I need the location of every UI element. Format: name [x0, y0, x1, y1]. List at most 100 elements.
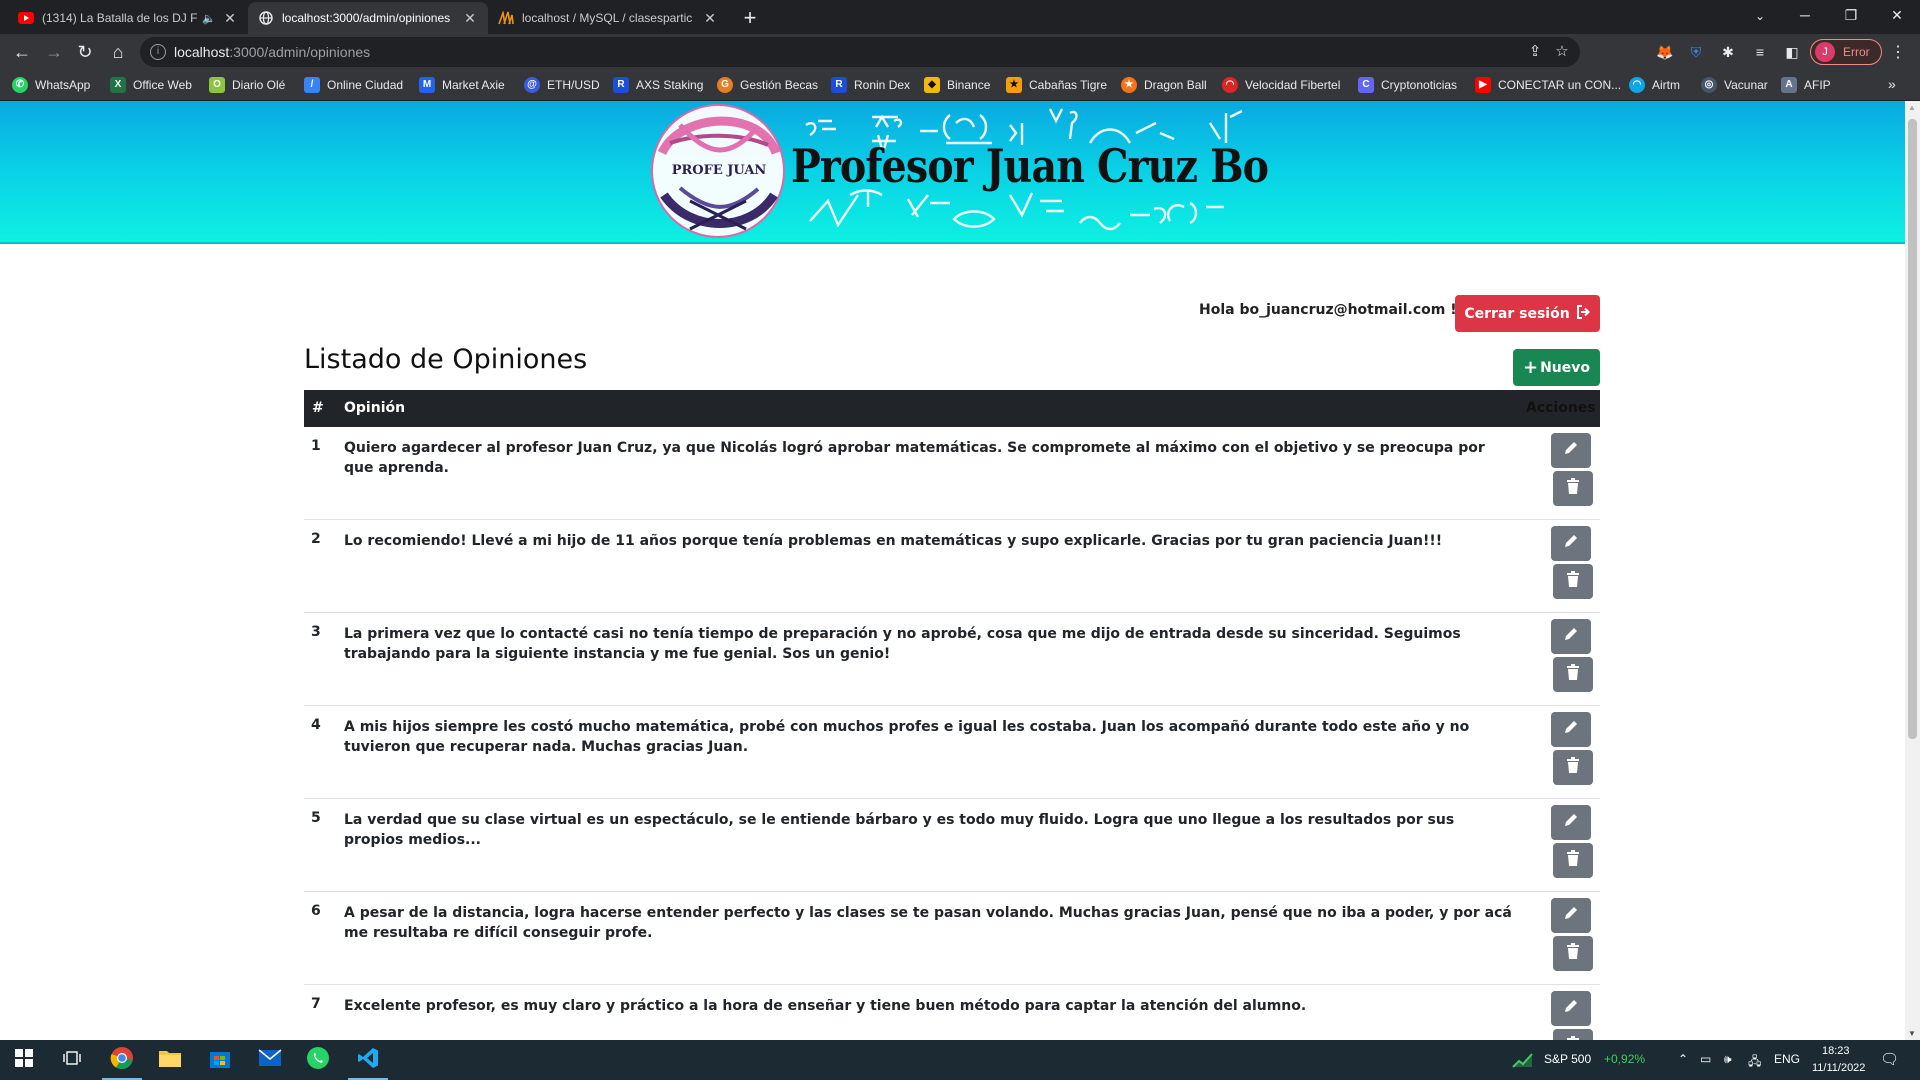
scrollbar-thumb[interactable]: [1908, 119, 1917, 739]
chevron-up-icon[interactable]: ⌃: [1678, 1052, 1688, 1066]
taskbar-chrome[interactable]: [98, 1040, 146, 1080]
bookmark-binance[interactable]: ◆ Binance: [924, 75, 990, 95]
avatar: J: [1815, 42, 1835, 62]
stock-chart-icon[interactable]: [1512, 1052, 1534, 1071]
media-control-icon[interactable]: ≡: [1750, 42, 1770, 62]
bookmark-airtm[interactable]: ◠ Airtm: [1629, 75, 1680, 95]
restore-button[interactable]: ❐: [1828, 0, 1874, 30]
meet-now-icon[interactable]: ▭: [1700, 1052, 1711, 1066]
network-icon[interactable]: 🖧: [1748, 1052, 1761, 1073]
bookmark-ronin-dex[interactable]: R Ronin Dex: [831, 75, 910, 95]
chevron-down-icon[interactable]: ⌄: [1746, 4, 1774, 28]
new-label: Nuevo: [1540, 359, 1591, 376]
edit-button[interactable]: [1551, 898, 1591, 933]
taskbar-mail[interactable]: [246, 1040, 294, 1080]
scroll-down-icon[interactable]: ▼: [1908, 1029, 1916, 1038]
taskbar-whatsapp[interactable]: [294, 1040, 342, 1080]
pencil-icon: [1563, 905, 1579, 926]
new-tab-button[interactable]: +: [736, 4, 764, 32]
stock-name[interactable]: S&P 500: [1544, 1052, 1591, 1066]
bookmark-afip[interactable]: A AFIP: [1781, 75, 1831, 95]
edit-button[interactable]: [1551, 433, 1591, 468]
new-opinion-button[interactable]: + Nuevo: [1513, 349, 1600, 386]
language-indicator[interactable]: ENG: [1774, 1052, 1800, 1066]
close-icon[interactable]: ✕: [222, 10, 238, 27]
bookmark-conectar[interactable]: ▶ CONECTAR un CON...: [1475, 75, 1621, 95]
reload-icon[interactable]: ↻: [71, 38, 99, 66]
ronin-wallet-icon[interactable]: ⛨: [1686, 42, 1706, 62]
close-window-button[interactable]: ✕: [1874, 0, 1920, 30]
close-icon[interactable]: ✕: [462, 10, 478, 27]
edit-button[interactable]: [1551, 805, 1591, 840]
back-icon[interactable]: ←: [8, 38, 36, 66]
logout-button[interactable]: Cerrar sesión: [1455, 295, 1600, 332]
bookmark-online-ciudad[interactable]: / Online Ciudad: [304, 75, 403, 95]
minimize-button[interactable]: ─: [1782, 0, 1828, 30]
home-icon[interactable]: ⌂: [104, 38, 132, 66]
clock-date[interactable]: 11/11/2022: [1812, 1062, 1865, 1074]
row-id: 1: [311, 438, 321, 454]
clock-time[interactable]: 18:23: [1822, 1045, 1850, 1057]
task-view-button[interactable]: [48, 1040, 96, 1080]
delete-button[interactable]: [1553, 843, 1593, 878]
taskbar-store[interactable]: [196, 1040, 244, 1080]
side-panel-icon[interactable]: ◧: [1782, 42, 1802, 62]
notifications-icon[interactable]: 🗨: [1880, 1050, 1899, 1068]
stock-change[interactable]: +0,92%: [1604, 1052, 1645, 1066]
page-scrollbar[interactable]: ▲ ▼: [1905, 101, 1920, 1040]
scroll-up-icon[interactable]: ▲: [1908, 103, 1916, 112]
edit-button[interactable]: [1551, 619, 1591, 654]
site-info-icon[interactable]: i: [150, 44, 166, 60]
bookmark-market-axie[interactable]: M Market Axie: [419, 75, 505, 95]
extensions-icon[interactable]: ✱: [1718, 42, 1738, 62]
bookmark-vacunar[interactable]: ◎ Vacunar: [1701, 75, 1768, 95]
address-bar[interactable]: i localhost:3000/admin/opiniones ⇪ ☆: [140, 37, 1580, 67]
pencil-icon: [1563, 533, 1579, 554]
bookmark-eth-usd[interactable]: @ ETH/USD: [524, 75, 600, 95]
delete-button[interactable]: [1553, 564, 1593, 599]
taskbar-vscode[interactable]: [344, 1040, 392, 1080]
metamask-icon[interactable]: 🦊: [1655, 42, 1675, 62]
bookmark-star-icon[interactable]: ☆: [1552, 42, 1572, 62]
windows-start-button[interactable]: [0, 1040, 48, 1080]
forward-icon[interactable]: →: [40, 38, 68, 66]
bookmark-office-web[interactable]: X Office Web: [110, 75, 192, 95]
trash-icon: [1566, 478, 1580, 499]
row-id: 7: [311, 996, 321, 1012]
bookmark-diario-ole[interactable]: O Diario Olé: [209, 75, 285, 95]
tab-youtube[interactable]: (1314) La Batalla de los DJ Fi 🔈 ✕: [8, 2, 248, 34]
close-icon[interactable]: ✕: [702, 10, 718, 27]
edit-button[interactable]: [1551, 526, 1591, 561]
delete-button[interactable]: [1553, 471, 1593, 506]
site-logo[interactable]: Profe Juan Profesor Juan Cruz Bo: [650, 103, 1269, 242]
share-icon[interactable]: ⇪: [1525, 42, 1545, 62]
dragon-ball-icon: ★: [1121, 77, 1137, 93]
menu-icon[interactable]: ⋮: [1890, 42, 1906, 62]
chevron-right-icon[interactable]: »: [1888, 76, 1896, 92]
logo-title: Profesor Juan Cruz Bo: [791, 139, 1269, 193]
bookmark-cryptonoticias[interactable]: C Cryptonoticias: [1358, 75, 1457, 95]
speaker-icon[interactable]: 🔈: [202, 12, 216, 25]
store-icon: [209, 1047, 231, 1074]
edit-button[interactable]: [1551, 991, 1591, 1026]
bookmark-whatsapp[interactable]: ✆ WhatsApp: [12, 75, 90, 95]
taskbar-file-explorer[interactable]: [146, 1040, 194, 1080]
bookmark-dragon-ball[interactable]: ★ Dragon Ball: [1121, 75, 1207, 95]
vscode-icon: [357, 1047, 379, 1074]
delete-button[interactable]: [1553, 936, 1593, 971]
speaker-icon[interactable]: 🕪: [1724, 1052, 1732, 1067]
pencil-icon: [1563, 998, 1579, 1019]
bookmark-gestion-becas[interactable]: G Gestión Becas: [717, 75, 818, 95]
delete-button[interactable]: [1553, 750, 1593, 785]
tab-phpmyadmin[interactable]: localhost / MySQL / clasespartic ✕: [488, 2, 728, 34]
tab-opiniones[interactable]: localhost:3000/admin/opiniones ✕: [248, 2, 488, 34]
delete-button[interactable]: [1553, 1029, 1593, 1040]
profile-error-label: Error: [1843, 45, 1870, 59]
edit-button[interactable]: [1551, 712, 1591, 747]
bookmark-cabanas-tigre[interactable]: ★ Cabañas Tigre: [1006, 75, 1107, 95]
bookmark-axs-staking[interactable]: R AXS Staking: [613, 75, 703, 95]
bookmark-velocidad-fibertel[interactable]: ◠ Velocidad Fibertel: [1222, 75, 1340, 95]
delete-button[interactable]: [1553, 657, 1593, 692]
url-text[interactable]: localhost:3000/admin/opiniones: [174, 44, 370, 60]
profile-button[interactable]: J Error: [1810, 39, 1882, 65]
